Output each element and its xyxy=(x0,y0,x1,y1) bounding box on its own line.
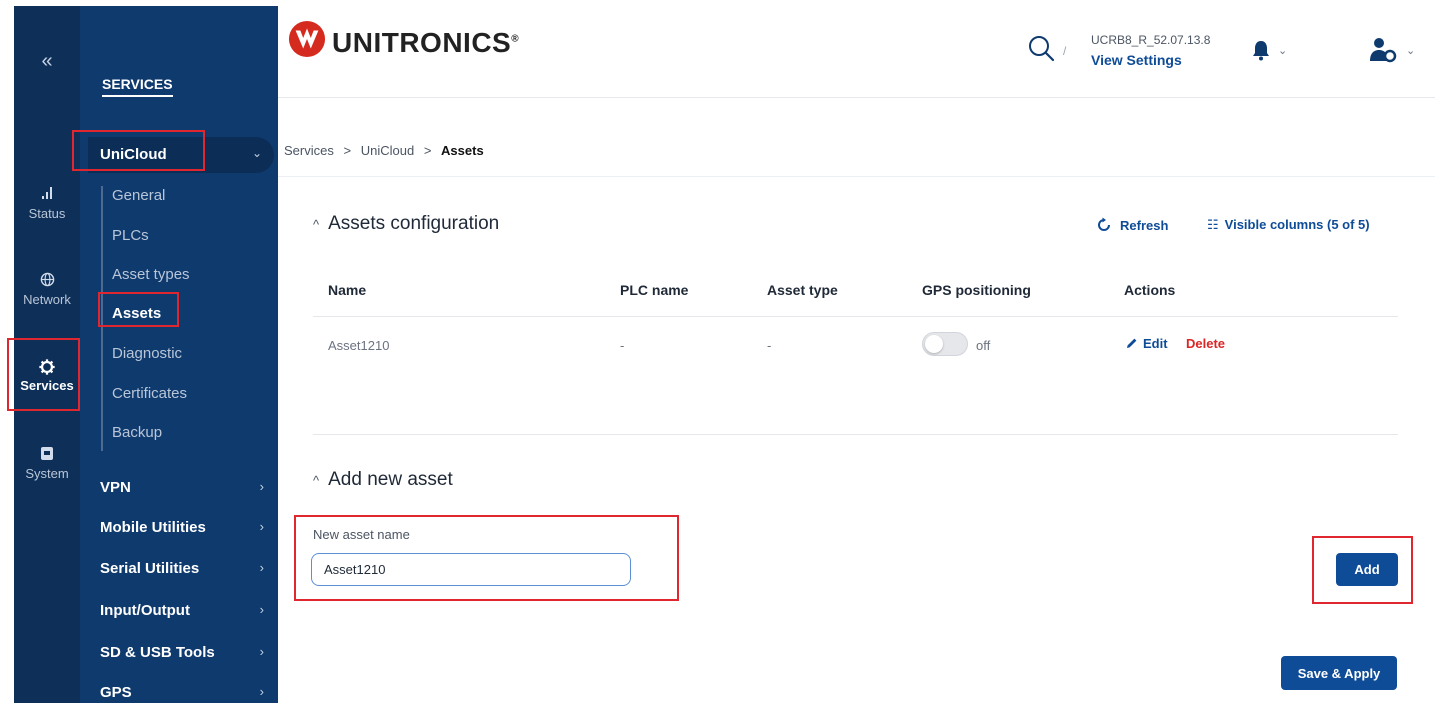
sidebar-item-mobile-utilities[interactable]: Mobile Utilities › xyxy=(100,519,270,536)
collapse-caret-icon: ^ xyxy=(313,217,320,232)
table-header-divider xyxy=(313,316,1398,317)
system-icon xyxy=(14,446,80,466)
gear-icon xyxy=(14,358,80,378)
toggle-knob xyxy=(925,335,943,353)
save-apply-button[interactable]: Save & Apply xyxy=(1281,656,1397,690)
sidebar-subitem-general[interactable]: General xyxy=(112,187,165,204)
column-header-name[interactable]: Name xyxy=(328,282,366,298)
sidebar-item-label: Mobile Utilities xyxy=(100,519,206,536)
columns-icon: ☷ xyxy=(1207,217,1219,232)
brand-name: UNITRONICS® xyxy=(332,27,520,58)
sidebar-item-label: GPS xyxy=(100,684,132,701)
edit-button[interactable]: Edit xyxy=(1126,336,1168,351)
column-header-gps-positioning[interactable]: GPS positioning xyxy=(922,282,1031,298)
rail-item-label: Services xyxy=(20,378,74,393)
sidebar-item-label: SD & USB Tools xyxy=(100,644,215,661)
gps-toggle-state: off xyxy=(976,338,991,353)
bell-icon[interactable] xyxy=(1250,38,1272,62)
visible-columns-button[interactable]: ☷ Visible columns (5 of 5) xyxy=(1207,217,1370,233)
refresh-icon xyxy=(1098,217,1110,231)
breadcrumb-assets: Assets xyxy=(441,143,484,158)
assets-configuration-header[interactable]: ^ Assets configuration xyxy=(313,213,499,235)
breadcrumb-separator: > xyxy=(423,143,432,158)
chevron-right-icon: › xyxy=(259,644,264,659)
sidebar-item-unicloud[interactable]: UniCloud ⌄ xyxy=(88,137,274,173)
new-asset-name-input[interactable] xyxy=(311,553,631,586)
sidebar-item-gps[interactable]: GPS › xyxy=(100,684,270,701)
sidebar-item-input-output[interactable]: Input/Output › xyxy=(100,602,270,619)
rail-item-network[interactable]: Network xyxy=(14,272,80,307)
collapse-caret-icon: ^ xyxy=(313,473,320,488)
add-button[interactable]: Add xyxy=(1336,553,1398,586)
delete-button[interactable]: Delete xyxy=(1186,336,1225,351)
chevron-right-icon: › xyxy=(259,479,264,494)
icon-rail: « Status Network Services System xyxy=(14,6,80,703)
services-sidebar: SERVICES UniCloud ⌄ General PLCs Asset t… xyxy=(80,6,278,703)
sidebar-item-sd-usb-tools[interactable]: SD & USB Tools › xyxy=(100,644,270,661)
sidebar-subitem-plcs[interactable]: PLCs xyxy=(112,227,149,244)
rail-item-services[interactable]: Services xyxy=(14,358,80,393)
view-settings-link[interactable]: View Settings xyxy=(1091,52,1182,68)
top-header: UNITRONICS® / UCRB8_R_52.07.13.8 View Se… xyxy=(278,6,1435,98)
refresh-button[interactable]: Refresh xyxy=(1096,217,1168,233)
submenu-divider xyxy=(101,186,103,451)
new-asset-name-label: New asset name xyxy=(313,527,410,542)
sidebar-title: SERVICES xyxy=(102,76,173,97)
sidebar-item-serial-utilities[interactable]: Serial Utilities › xyxy=(100,560,270,577)
chevron-right-icon: › xyxy=(259,684,264,699)
sidebar-subitem-assets[interactable]: Assets xyxy=(112,305,161,322)
gps-positioning-toggle[interactable] xyxy=(922,332,968,356)
sidebar-item-label: VPN xyxy=(100,479,131,496)
rail-item-label: System xyxy=(25,466,69,481)
collapse-rail-button[interactable]: « xyxy=(14,50,80,73)
divider xyxy=(278,176,1435,177)
search-icon[interactable] xyxy=(1025,32,1059,66)
breadcrumb-separator: > xyxy=(343,143,352,158)
user-settings-icon[interactable] xyxy=(1368,36,1398,64)
sidebar-item-label: Input/Output xyxy=(100,602,190,619)
chevron-down-icon: ⌄ xyxy=(251,146,262,160)
chevron-right-icon: › xyxy=(259,560,264,575)
sidebar-subitem-asset-types[interactable]: Asset types xyxy=(112,266,190,283)
cell-plc-name: - xyxy=(620,338,625,353)
column-header-actions: Actions xyxy=(1124,282,1176,298)
rail-item-label: Status xyxy=(28,206,66,221)
sidebar-subitem-diagnostic[interactable]: Diagnostic xyxy=(112,345,182,362)
column-header-asset-type[interactable]: Asset type xyxy=(767,282,838,298)
sidebar-subitem-backup[interactable]: Backup xyxy=(112,424,162,441)
chevron-right-icon: › xyxy=(259,602,264,617)
sidebar-item-label: UniCloud xyxy=(100,146,167,163)
cell-name: Asset1210 xyxy=(328,338,390,353)
unitronics-logo-icon xyxy=(288,20,326,58)
device-id-label: UCRB8_R_52.07.13.8 xyxy=(1091,33,1211,47)
sidebar-item-label: Serial Utilities xyxy=(100,560,200,577)
section-title: Add new asset xyxy=(328,469,453,490)
signal-bars-icon xyxy=(14,186,80,206)
add-new-asset-header[interactable]: ^ Add new asset xyxy=(313,469,453,491)
notifications-chevron-icon[interactable]: ⌄ xyxy=(1278,44,1287,57)
search-shortcut-hint: / xyxy=(1063,44,1067,58)
sidebar-item-vpn[interactable]: VPN › xyxy=(100,479,270,496)
section-title: Assets configuration xyxy=(328,213,500,234)
breadcrumb: Services > UniCloud > Assets xyxy=(284,143,484,158)
chevron-right-icon: › xyxy=(259,519,264,534)
breadcrumb-services[interactable]: Services xyxy=(284,143,334,158)
rail-item-label: Network xyxy=(23,292,71,307)
rail-item-system[interactable]: System xyxy=(14,446,80,481)
section-divider xyxy=(313,434,1398,435)
rail-item-status[interactable]: Status xyxy=(14,186,80,221)
pencil-icon xyxy=(1127,338,1137,348)
column-header-plc-name[interactable]: PLC name xyxy=(620,282,688,298)
user-menu-chevron-icon[interactable]: ⌄ xyxy=(1406,44,1415,57)
sidebar-subitem-certificates[interactable]: Certificates xyxy=(112,385,187,402)
globe-icon xyxy=(14,272,80,292)
breadcrumb-unicloud[interactable]: UniCloud xyxy=(361,143,414,158)
cell-asset-type: - xyxy=(767,338,772,353)
